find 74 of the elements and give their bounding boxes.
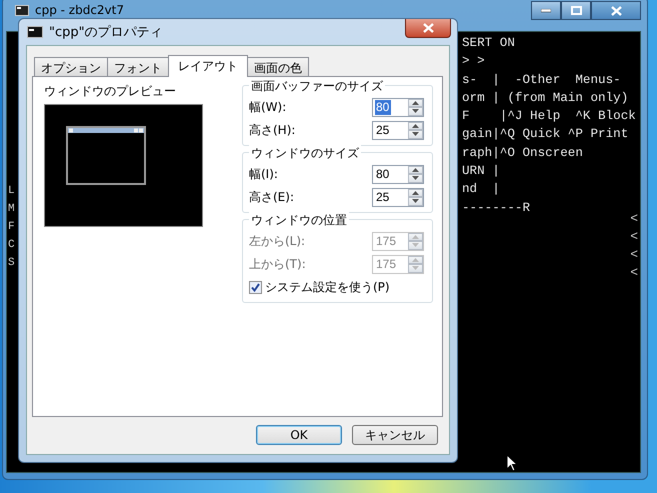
down-arrow-icon — [412, 176, 419, 180]
tab[interactable]: フォント — [107, 57, 169, 76]
spin-down-button[interactable] — [408, 197, 423, 206]
preview-label: ウィンドウのプレビュー — [44, 83, 177, 100]
console-text: < — [630, 264, 638, 282]
number-field[interactable]: 25 — [372, 120, 424, 140]
close-icon — [422, 23, 434, 33]
checkbox[interactable] — [249, 280, 262, 294]
maximize-button[interactable] — [561, 1, 591, 20]
group-title: ウィンドウのサイズ — [249, 145, 361, 162]
spin-up-button[interactable] — [408, 98, 423, 107]
console-line: --------R — [462, 200, 532, 217]
number-field[interactable]: 80 — [372, 98, 424, 116]
tab[interactable]: 画面の色 — [247, 57, 309, 76]
console-icon — [27, 26, 43, 38]
minimize-button[interactable] — [531, 1, 561, 20]
field-label: 上から(T): — [249, 256, 306, 272]
up-arrow-icon — [412, 168, 419, 172]
console-line: gain|^Q Quick ^P Print — [462, 126, 630, 144]
down-arrow-icon — [412, 243, 419, 248]
dialog-button[interactable]: キャンセル — [352, 425, 438, 445]
console-line: SERT ON — [462, 35, 516, 52]
down-arrow-icon — [412, 109, 419, 114]
up-arrow-icon — [412, 190, 419, 195]
window-title: cpp - zbdc2vt7 — [35, 4, 124, 17]
field-label: 左から(L): — [249, 232, 306, 250]
spin-down-button[interactable] — [408, 174, 423, 182]
console-text: < — [630, 210, 638, 228]
console-text: F — [8, 220, 15, 235]
up-arrow-icon — [412, 258, 419, 262]
console-text: < — [630, 246, 638, 264]
console-line: > > — [462, 53, 486, 70]
console-line: orm | (from Main only) — [462, 90, 630, 107]
console-line: F |^J Help ^K Block — [462, 108, 636, 126]
spin-down-button[interactable] — [408, 107, 423, 116]
console-text: C — [8, 238, 15, 253]
console-text: M — [8, 202, 15, 217]
close-button[interactable] — [591, 1, 641, 20]
minimize-icon — [541, 8, 551, 12]
down-arrow-icon — [412, 199, 419, 204]
console-line: s- | -Other Menus- — [462, 72, 622, 89]
console-icon — [15, 5, 29, 16]
tab[interactable]: レイアウト — [168, 55, 248, 77]
spin-up-button[interactable] — [408, 188, 423, 197]
checkbox-label: システム設定を使う(P) — [265, 278, 390, 296]
up-arrow-icon — [412, 100, 419, 105]
group-title: 画面バッファーのサイズ — [249, 78, 385, 95]
close-icon — [610, 6, 622, 16]
up-arrow-icon — [412, 124, 419, 128]
down-arrow-icon — [412, 132, 419, 136]
console-line: raph|^O Onscreen — [462, 144, 584, 162]
dialog-button[interactable]: OK — [256, 425, 342, 445]
field-label: 高さ(E): — [249, 188, 294, 206]
spin-up-button[interactable] — [408, 166, 423, 174]
spin-down-button[interactable] — [408, 130, 423, 138]
console-line: nd | — [462, 181, 501, 198]
checkmark-icon — [251, 282, 260, 292]
number-field[interactable]: 80 — [372, 164, 424, 184]
console-text: < — [630, 228, 638, 246]
field-label: 高さ(H): — [249, 122, 296, 138]
close-button[interactable] — [405, 19, 451, 38]
maximize-icon — [570, 6, 582, 15]
group-title: ウィンドウの位置 — [249, 212, 349, 229]
field-label: 幅(W): — [249, 98, 286, 116]
down-arrow-icon — [412, 266, 419, 270]
console-text: L — [8, 184, 15, 199]
dialog-title: "cpp"のプロパティ — [49, 24, 163, 41]
console-text: S — [8, 256, 15, 271]
number-field[interactable]: 25 — [372, 188, 424, 206]
field-label: 幅(I): — [249, 166, 278, 182]
console-line: URN | — [462, 163, 501, 180]
spin-up-button[interactable] — [408, 122, 423, 130]
tab[interactable]: オプション — [34, 57, 108, 76]
up-arrow-icon — [412, 234, 419, 239]
